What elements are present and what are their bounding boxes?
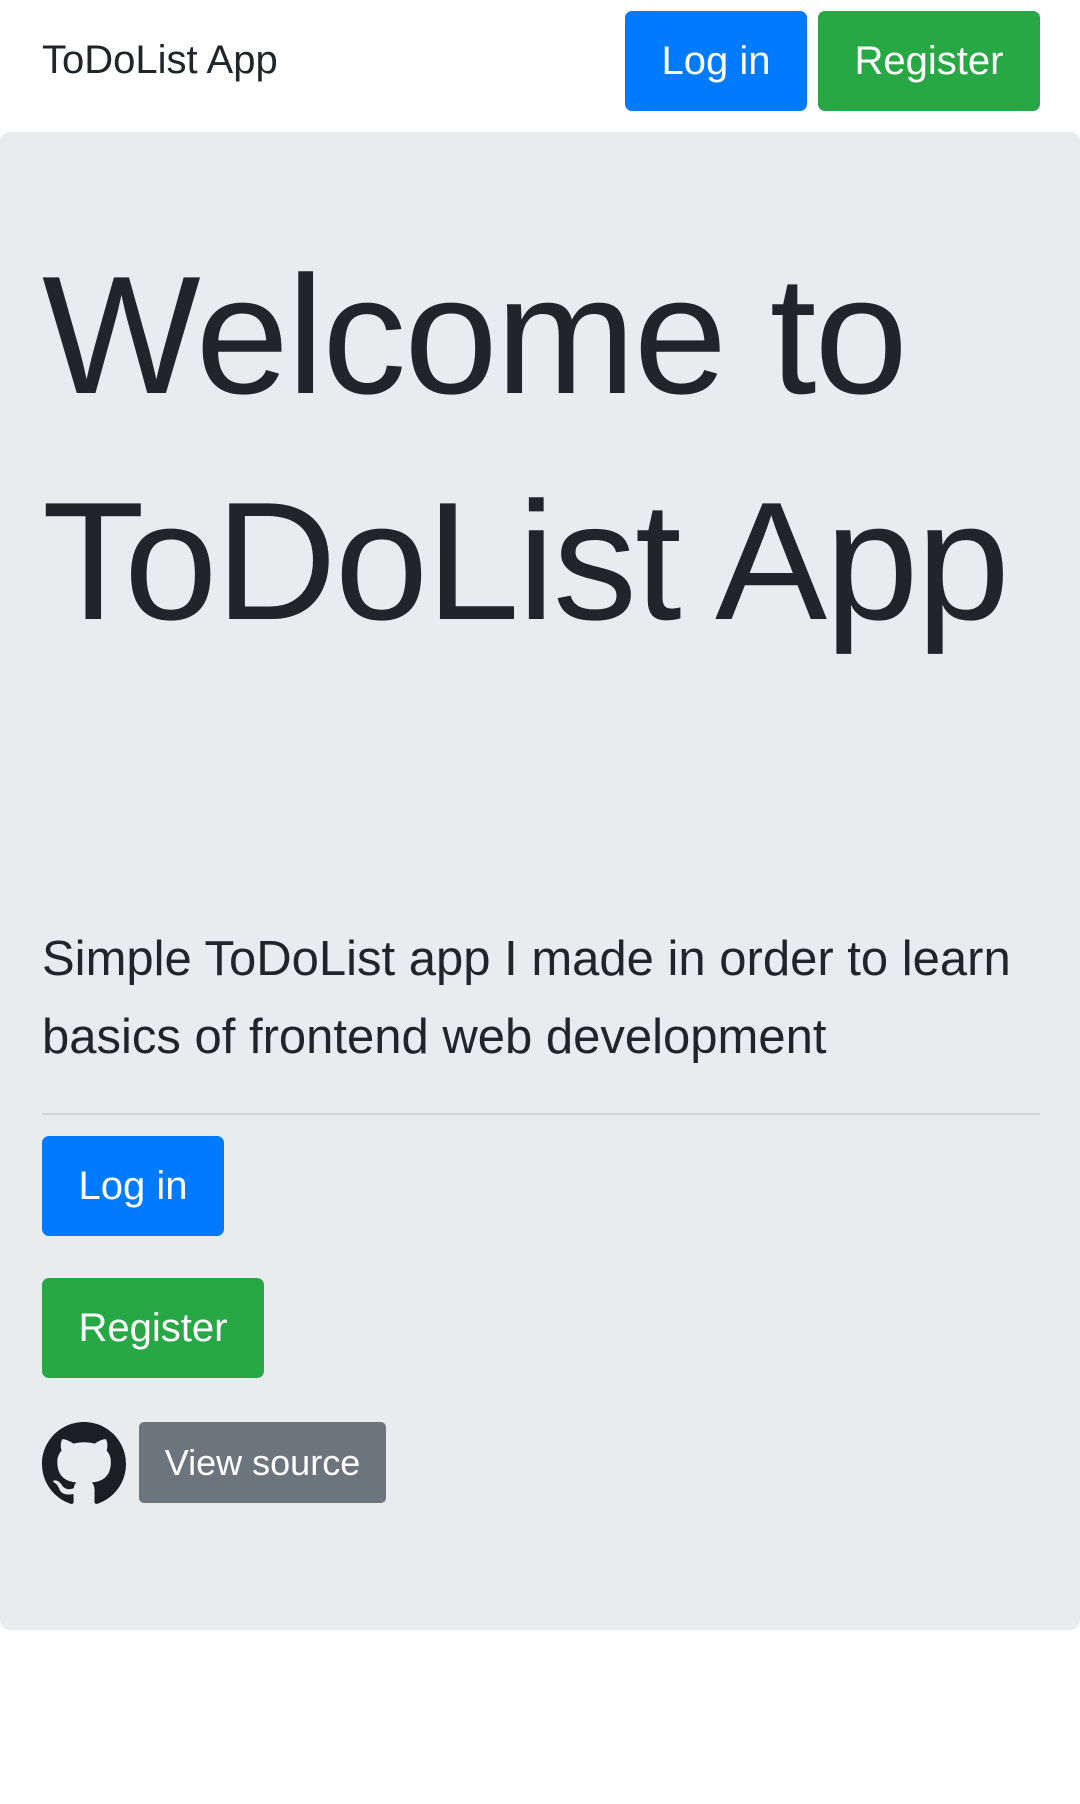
hero-divider <box>42 1113 1040 1115</box>
navbar-login-button[interactable]: Log in <box>625 11 807 111</box>
hero-jumbotron: Welcome to ToDoList App Simple ToDoList … <box>0 132 1080 1630</box>
github-icon[interactable] <box>42 1422 126 1506</box>
navbar-register-button[interactable]: Register <box>818 11 1040 111</box>
hero-title: Welcome to ToDoList App <box>42 241 1010 655</box>
view-source-button[interactable]: View source <box>139 1422 386 1503</box>
navbar-brand[interactable]: ToDoList App <box>42 34 278 86</box>
navbar: ToDoList App Log in Register <box>0 0 1080 132</box>
hero-register-button[interactable]: Register <box>42 1278 264 1378</box>
hero-lead: Simple ToDoList app I made in order to l… <box>42 932 1011 1064</box>
hero-login-button[interactable]: Log in <box>42 1136 224 1236</box>
